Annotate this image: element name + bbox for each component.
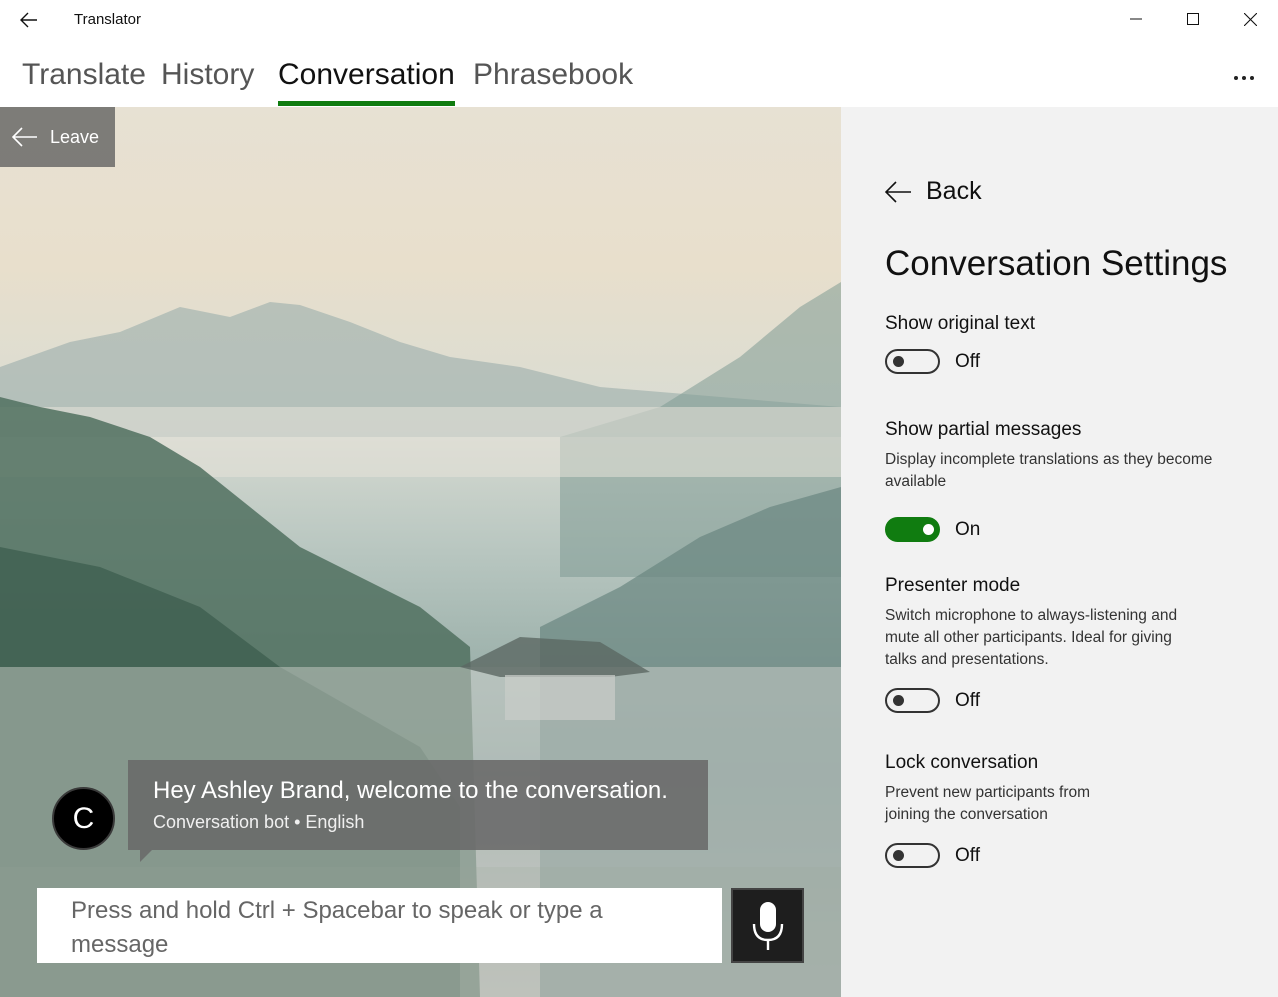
minimize-button[interactable] bbox=[1113, 0, 1159, 38]
back-label: Back bbox=[926, 177, 982, 205]
tab-translate[interactable]: Translate bbox=[22, 58, 146, 102]
leave-label: Leave bbox=[50, 126, 100, 147]
tab-history[interactable]: History bbox=[161, 58, 254, 102]
message-text: Hey Ashley Brand, welcome to the convers… bbox=[153, 777, 668, 804]
toggle-show-original-text[interactable]: Off bbox=[885, 349, 1255, 374]
avatar: C bbox=[52, 787, 115, 850]
tab-phrasebook[interactable]: Phrasebook bbox=[473, 58, 633, 102]
toggle-presenter-mode[interactable]: Off bbox=[885, 688, 1185, 713]
app-title: Translator bbox=[74, 11, 141, 28]
settings-pane: Back Conversation Settings Show original… bbox=[841, 107, 1278, 997]
message-meta: Conversation bot • English bbox=[153, 812, 365, 832]
toggle-switch[interactable] bbox=[885, 517, 940, 542]
setting-description: Prevent new participants from joining th… bbox=[885, 784, 1091, 823]
setting-show-partial-messages: Show partial messages Display incomplete… bbox=[885, 419, 1255, 542]
leave-button[interactable]: Leave bbox=[0, 107, 115, 167]
toggle-switch[interactable] bbox=[885, 843, 940, 868]
settings-title: Conversation Settings bbox=[885, 244, 1228, 283]
setting-label: Lock conversation bbox=[885, 752, 1039, 773]
landscape-background bbox=[0, 282, 841, 997]
setting-description: Display incomplete translations as they … bbox=[885, 451, 1213, 490]
setting-label: Presenter mode bbox=[885, 575, 1021, 596]
toggle-state: Off bbox=[955, 350, 980, 372]
microphone-icon bbox=[752, 901, 783, 950]
title-bar: Translator bbox=[0, 0, 1278, 40]
toggle-state: Off bbox=[955, 844, 980, 866]
setting-description: Switch microphone to always-listening an… bbox=[885, 607, 1178, 668]
toggle-state: Off bbox=[955, 689, 980, 711]
setting-label: Show original text bbox=[885, 313, 1035, 334]
minimize-icon bbox=[1130, 18, 1142, 20]
toggle-switch[interactable] bbox=[885, 349, 940, 374]
toggle-show-partial-messages[interactable]: On bbox=[885, 517, 1255, 542]
tab-conversation[interactable]: Conversation bbox=[278, 58, 455, 106]
close-icon bbox=[1243, 12, 1257, 26]
setting-lock-conversation: Lock conversation Prevent new participan… bbox=[885, 752, 1125, 868]
close-button[interactable] bbox=[1227, 0, 1273, 38]
more-options-icon[interactable] bbox=[1226, 66, 1262, 90]
conversation-pane: Leave C Hey Ashley Brand, welcome to the… bbox=[0, 107, 841, 997]
setting-presenter-mode: Presenter mode Switch microphone to alwa… bbox=[885, 575, 1185, 713]
message-bubble: Hey Ashley Brand, welcome to the convers… bbox=[128, 760, 708, 862]
microphone-button[interactable] bbox=[731, 888, 804, 963]
toggle-lock-conversation[interactable]: Off bbox=[885, 843, 1125, 868]
back-arrow-icon bbox=[12, 127, 37, 147]
maximize-icon bbox=[1187, 13, 1199, 25]
tab-bar: Translate History Conversation Phraseboo… bbox=[0, 46, 1278, 108]
toggle-switch[interactable] bbox=[885, 688, 940, 713]
maximize-button[interactable] bbox=[1170, 0, 1216, 38]
back-button[interactable]: Back bbox=[885, 177, 982, 206]
setting-show-original-text: Show original text Off bbox=[885, 313, 1255, 374]
back-arrow-icon bbox=[885, 180, 911, 203]
back-arrow-icon[interactable] bbox=[14, 6, 44, 34]
toggle-state: On bbox=[955, 518, 981, 540]
setting-label: Show partial messages bbox=[885, 419, 1082, 440]
message-input[interactable]: Press and hold Ctrl + Spacebar to speak … bbox=[37, 888, 722, 963]
